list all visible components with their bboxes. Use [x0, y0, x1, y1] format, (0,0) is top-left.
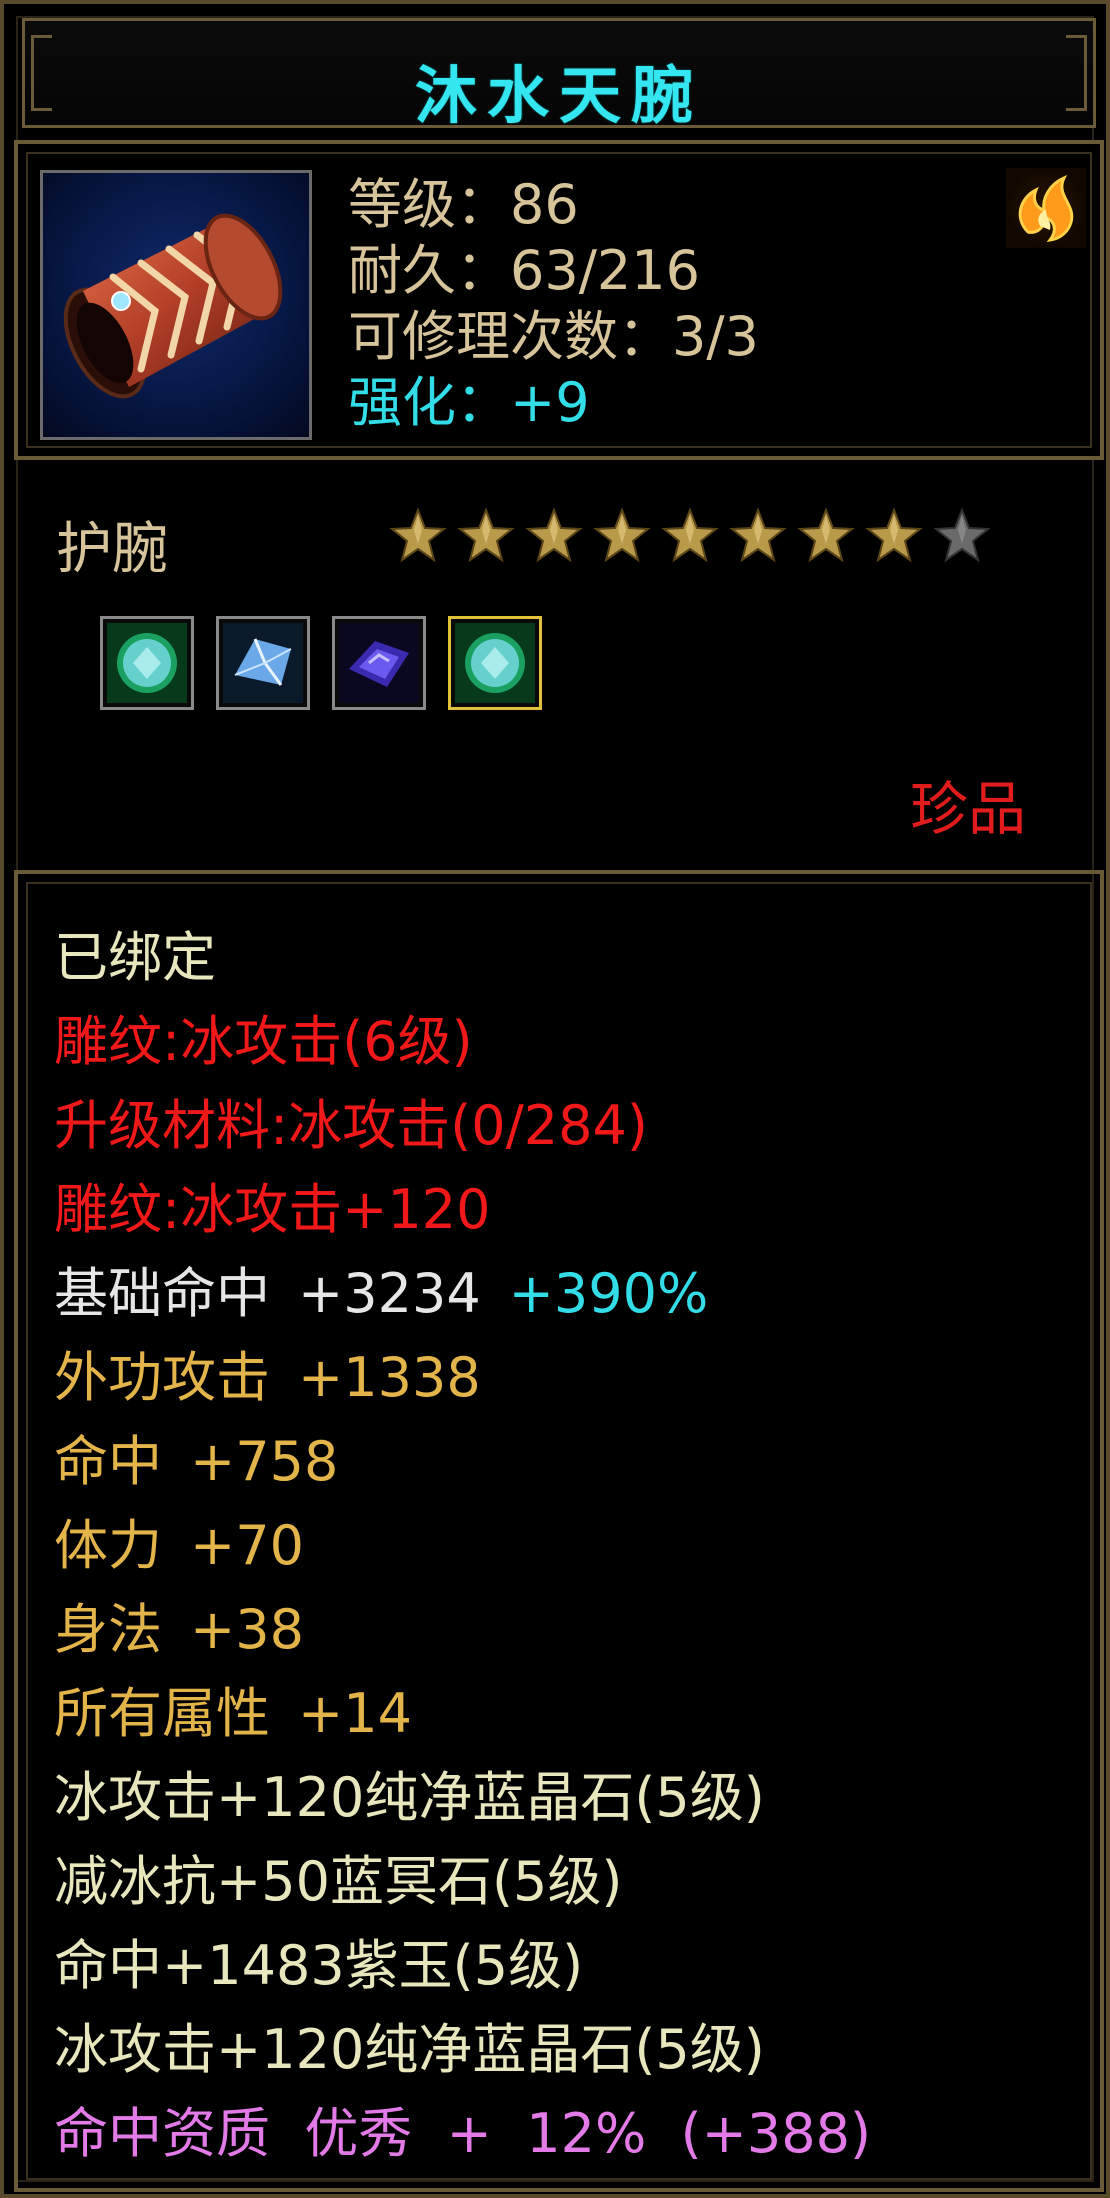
gem-bonus-4: 冰攻击+120纯净蓝晶石(5级) — [54, 2018, 765, 2081]
item-header-panel: 等级：86 耐久：63/216 可修理次数：3/3 强化：+9 — [14, 140, 1104, 460]
item-level: 等级：86 — [348, 173, 579, 236]
green-crystal-gem-icon — [107, 623, 187, 703]
item-name: 沐水天腕 — [414, 59, 703, 132]
star-filled-icon — [728, 506, 788, 566]
stamina-row: 体力 +70 — [54, 1504, 304, 1588]
bracer-icon — [63, 213, 283, 399]
stamina-label: 体力 — [54, 1514, 162, 1577]
flame-rune-icon — [1006, 168, 1086, 248]
star-filled-icon — [388, 506, 448, 566]
gem-bonus-1: 冰攻击+120纯净蓝晶石(5级) — [54, 1766, 765, 1829]
star-filled-icon — [660, 506, 720, 566]
item-durability: 耐久：63/216 — [348, 239, 700, 302]
hit-row: 命中 +758 — [54, 1420, 338, 1504]
all-attributes-label: 所有属性 — [54, 1682, 270, 1745]
base-hit-row: 基础命中 +3234 +390% — [54, 1252, 708, 1336]
gem-slot-1[interactable] — [100, 616, 194, 710]
hit-aptitude: 命中资质 优秀 + 12% (+388) — [54, 2102, 872, 2165]
gem-bonus-3: 命中+1483紫玉(5级) — [54, 1934, 584, 1997]
all-attributes-value: +14 — [298, 1682, 412, 1745]
agility-value: +38 — [190, 1598, 304, 1661]
agility-row: 身法 +38 — [54, 1588, 304, 1672]
item-enhance: 强化：+9 — [348, 371, 590, 434]
agility-label: 身法 — [54, 1598, 162, 1661]
title-bar: 沐水天腕 — [22, 18, 1096, 132]
item-tooltip: 沐水天腕 等级：86 耐久：63/216 可修理次数：3/3 强化：+9 护腕 … — [0, 0, 1110, 2198]
gem-slot-3[interactable] — [332, 616, 426, 710]
engrave-level: 雕纹:冰攻击(6级) — [54, 1010, 473, 1073]
rarity-label: 珍品 — [909, 775, 1026, 843]
gem-bonus-2: 减冰抗+50蓝冥石(5级) — [54, 1850, 623, 1913]
external-attack-label: 外功攻击 — [54, 1346, 270, 1409]
star-filled-icon — [592, 506, 652, 566]
star-filled-icon — [524, 506, 584, 566]
star-filled-icon — [456, 506, 516, 566]
gem-slot-4[interactable] — [448, 616, 542, 710]
base-hit-label: 基础命中 — [54, 1262, 270, 1325]
base-hit-value: +3234 — [298, 1262, 481, 1325]
item-icon-frame — [40, 170, 312, 440]
external-attack-value: +1338 — [298, 1346, 481, 1409]
hit-label: 命中 — [54, 1430, 162, 1493]
upgrade-material: 升级材料:冰攻击(0/284) — [54, 1094, 648, 1157]
external-attack-row: 外功攻击 +1338 — [54, 1336, 481, 1420]
engrave-bonus: 雕纹:冰攻击+120 — [54, 1178, 491, 1241]
purple-jade-gem-icon — [339, 623, 419, 703]
all-attributes-row: 所有属性 +14 — [54, 1672, 412, 1756]
base-hit-bonus: +390% — [508, 1262, 709, 1325]
hit-value: +758 — [190, 1430, 339, 1493]
gem-slot-2[interactable] — [216, 616, 310, 710]
item-repair-count: 可修理次数：3/3 — [348, 305, 759, 368]
stamina-value: +70 — [190, 1514, 304, 1577]
green-crystal-gem-icon — [455, 623, 535, 703]
item-type: 护腕 — [56, 517, 168, 582]
blue-diamond-gem-icon — [223, 623, 303, 703]
star-filled-icon — [864, 506, 924, 566]
bound-status: 已绑定 — [54, 926, 216, 989]
star-empty-icon — [932, 506, 992, 566]
star-filled-icon — [796, 506, 856, 566]
